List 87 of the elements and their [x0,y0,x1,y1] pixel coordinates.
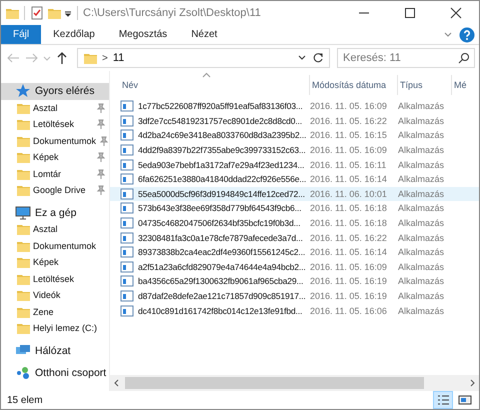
scroll-right-icon[interactable] [468,379,476,387]
file-row[interactable]: 4d2ba24c69e3418ea8033760d8d3a2395b2... 2016. 11. 05. 16:15 Alkalmazás [110,128,479,143]
file-row[interactable]: 04735c4682047506f2634bf35bcfc19f0b3d... 2016. 11. 05. 16:18 Alkalmazás [110,216,479,230]
file-row[interactable]: 3df2e7cc54819231757ec8901de2c8d8cd0... 2016. 11. 05. 16:22 Alkalmazás [110,114,479,128]
address-bar[interactable]: > 11 [77,48,330,68]
sidebar-item[interactable]: Dokumentumok [1,132,109,149]
file-row[interactable]: ba4356c65a29f1300632fb9061af965cba29... 2016. 11. 05. 16:19 Alkalmazás [110,274,479,289]
folder-icon [16,288,30,302]
application-icon [120,304,134,318]
sidebar-item[interactable]: Hálózat [1,342,109,359]
properties-icon[interactable] [30,6,44,20]
file-row[interactable]: 32308481fa3c0a1e78cfe7879afecede3a7d... 2016. 11. 05. 16:22 Alkalmazás [110,230,479,245]
application-icon [120,158,134,172]
file-row[interactable]: 573b643e3f38ee69f358d779bf64543f9cb6... 2016. 11. 05. 16:18 Alkalmazás [110,201,479,216]
sort-up-icon[interactable] [202,72,211,78]
refresh-icon[interactable] [312,52,324,64]
file-row[interactable]: 5eda903e7bebf1a3172af7e29a4f23ed1234... 2016. 11. 05. 16:11 Alkalmazás [110,157,479,172]
file-row[interactable]: 4dd2f9a8397b22f7355abe9c399733152c63... 2016. 11. 05. 16:09 Alkalmazás [110,142,479,158]
pin-icon[interactable] [96,152,106,162]
column-header[interactable]: Módosítás dátuma [310,75,398,95]
sidebar-item[interactable]: Ez a gép [1,204,109,221]
ribbon-tab[interactable]: Nézet [179,25,230,44]
scroll-left-icon[interactable] [113,379,121,387]
folder-icon [16,183,30,198]
sidebar-item[interactable]: Dokumentumok [1,238,109,254]
sidebar-item[interactable]: Képek [1,149,109,166]
sidebar-item[interactable]: Asztal [1,221,109,238]
application-icon [120,172,134,186]
application-icon [120,289,134,304]
file-row[interactable]: d87daf2e8defe2ae121c71857d909c851917... 2016. 11. 05. 16:19 Alkalmazás [110,288,479,304]
pin-icon[interactable] [96,119,106,130]
window-title: C:\Users\Turcsányi Zsolt\Desktop\11 [83,7,262,19]
application-icon [120,245,134,260]
application-icon [120,260,134,274]
file-row[interactable]: dc410c891d161742f8bc014c12e13fe91fbd... 2016. 11. 05. 16:06 Alkalmazás [110,303,479,318]
sidebar-item[interactable]: Gyors elérés [1,83,109,100]
view-button[interactable] [433,391,453,409]
file-row[interactable]: 1c77bc5226087ff920a5ff91eaf5af83136f03... 2016. 11. 05. 16:09 Alkalmazás [110,99,479,114]
folder-icon [16,255,30,270]
folder-icon [16,222,30,236]
search-icon[interactable] [458,52,470,64]
sidebar-item[interactable]: Helyi lemez (C:) [1,320,109,336]
sidebar-item[interactable]: Asztal [1,100,109,116]
ribbon-tab[interactable]: Megosztás [106,25,180,44]
column-header[interactable]: Név [120,75,310,95]
search-field[interactable]: Keresés: 11 [337,48,475,68]
sidebar-item[interactable]: Letöltések [1,116,109,132]
folder-icon [16,321,30,336]
application-icon [120,99,134,114]
file-row[interactable]: 89373838b2ca4eac2df4e9360f15561245c2... 2016. 11. 05. 16:14 Alkalmazás [110,244,479,260]
folder-icon [16,117,30,132]
file-row[interactable]: 55ea5000d5cf96f3d9194849c14ffe12ced72... 2016. 11. 06. 10:01 Alkalmazás [110,186,479,202]
item-count: 15 elem [7,394,43,406]
pin-icon[interactable] [96,102,106,113]
file-row[interactable]: a2f51a23a6cfd829079e4a74644e4a94bcb2... 2016. 11. 05. 16:09 Alkalmazás [110,260,479,274]
application-icon [120,114,134,128]
folder-icon [83,51,97,65]
help-icon[interactable] [459,26,475,42]
sidebar-item[interactable]: Otthoni csoport [1,365,109,382]
application-icon [120,216,134,230]
ribbon-tab[interactable]: Kezdőlap [41,25,107,44]
sidebar-item[interactable]: Videók [1,287,109,304]
application-icon [120,274,134,288]
application-icon [120,128,134,142]
file-row[interactable]: 6fa626251e3880a41840ddad22cf926e556e... 2016. 11. 05. 16:14 Alkalmazás [110,172,479,187]
pin-icon[interactable] [96,185,106,196]
sidebar-item[interactable]: Google Drive [1,182,109,198]
sidebar-item[interactable]: Letöltések [1,270,109,287]
file-menu-tab[interactable]: Fájl [1,25,42,44]
breadcrumb-separator: > [102,52,108,64]
application-icon [120,230,134,245]
column-header[interactable]: Típus [398,75,452,95]
scrollbar-thumb[interactable] [125,377,424,389]
column-header[interactable]: Mé [452,75,479,95]
breadcrumb-item[interactable]: 11 [112,52,124,64]
sidebar-item[interactable]: Képek [1,254,109,270]
star-icon [15,83,31,100]
application-icon [120,186,134,201]
monitor-icon [15,204,31,221]
application-icon [120,201,134,216]
pin-icon[interactable] [96,168,106,179]
folder-icon [16,150,30,164]
sidebar-item[interactable]: Zene [1,304,109,320]
people-icon [15,365,31,382]
pin-icon[interactable] [99,136,110,146]
application-icon [120,143,134,158]
sidebar-item[interactable]: Lomtár [1,166,109,182]
